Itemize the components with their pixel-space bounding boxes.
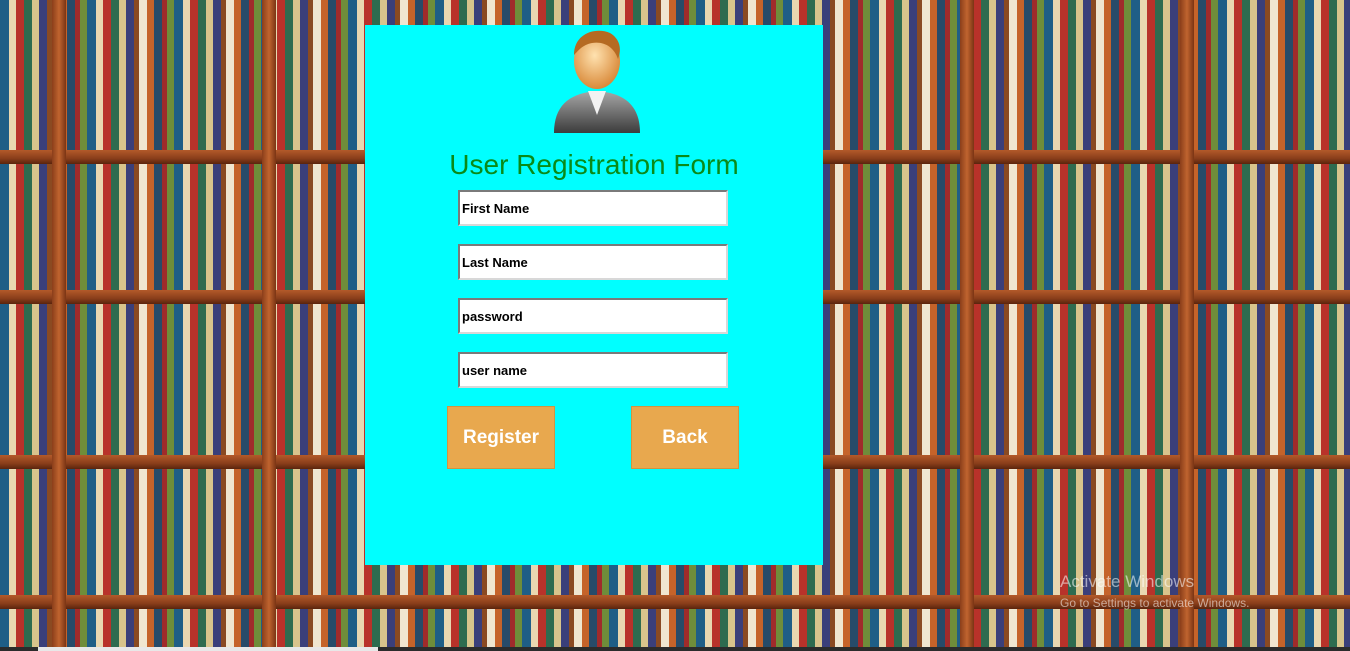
- shelf-upright: [960, 0, 974, 651]
- back-button[interactable]: Back: [631, 406, 739, 469]
- user-avatar-icon: [554, 30, 640, 133]
- scrollbar-thumb[interactable]: [38, 647, 378, 651]
- watermark-title: Activate Windows: [1060, 572, 1195, 591]
- form-title: User Registration Form: [449, 149, 739, 180]
- user-name-field[interactable]: [458, 352, 728, 388]
- shelf-upright: [262, 0, 276, 651]
- password-field[interactable]: [458, 298, 728, 334]
- watermark-subtitle: Go to Settings to activate Windows.: [1060, 596, 1250, 610]
- shelf-upright: [52, 0, 66, 651]
- activate-windows-watermark: Activate Windows Go to Settings to activ…: [1060, 572, 1249, 610]
- registration-panel: User Registration Form Register Back: [365, 25, 823, 565]
- shelf-upright: [1180, 0, 1194, 651]
- first-name-field[interactable]: [458, 190, 728, 226]
- last-name-field[interactable]: [458, 244, 728, 280]
- register-button[interactable]: Register: [447, 406, 555, 469]
